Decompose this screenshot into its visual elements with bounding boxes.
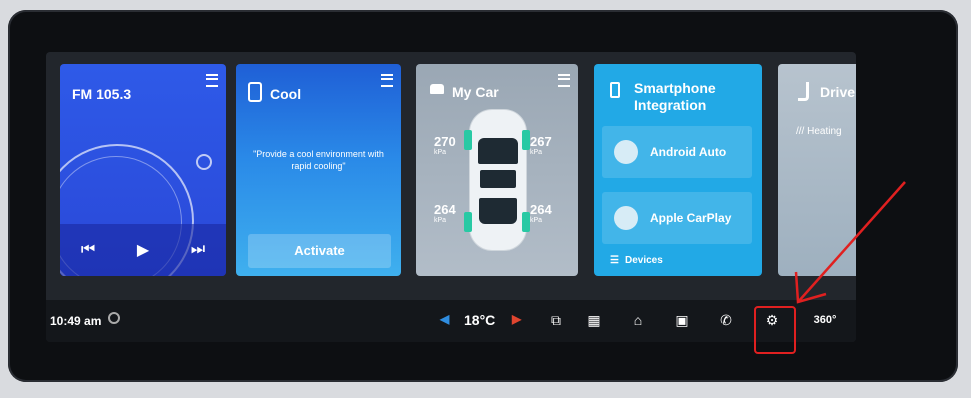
- phone-title-line2: Integration: [634, 97, 707, 113]
- camera-360-icon[interactable]: 360°: [810, 310, 840, 330]
- cool-card[interactable]: Cool "Provide a cool environment with ra…: [236, 64, 401, 276]
- my-car-card[interactable]: My Car 270 kPa 267 kPa 264 kPa 264 kPa: [416, 64, 578, 276]
- radio-card[interactable]: FM 105.3 ⏮ ▶ ⏭: [60, 64, 226, 276]
- driver-title: Drive: [820, 84, 856, 100]
- tire-value: 264: [530, 202, 552, 217]
- android-auto-button[interactable]: Android Auto: [602, 126, 752, 178]
- tire-unit: kPa: [434, 149, 447, 156]
- tire-rear-right: [522, 212, 530, 232]
- multiwindow-icon[interactable]: ⧉: [546, 310, 566, 330]
- apple-carplay-icon: [614, 206, 638, 230]
- tire-unit: kPa: [530, 149, 543, 156]
- temp-decrease-icon[interactable]: ◀: [440, 312, 449, 326]
- my-car-title: My Car: [452, 84, 499, 100]
- driver-card[interactable]: Drive /// Heating: [778, 64, 856, 276]
- car-icon: [430, 84, 444, 94]
- radio-controls: ⏮ ▶ ⏭: [60, 224, 226, 276]
- phone-icon[interactable]: ✆: [716, 310, 736, 330]
- tire-value: 267: [530, 134, 552, 149]
- tire-value: 264: [434, 202, 456, 217]
- menu-icon[interactable]: [558, 74, 570, 87]
- devices-link[interactable]: Devices: [610, 255, 663, 266]
- grid-icon[interactable]: ▦: [584, 310, 604, 330]
- seat-icon: [798, 82, 809, 101]
- infotainment-screen: FM 105.3 ⏮ ▶ ⏭ Cool "Provide a cool envi…: [46, 52, 856, 342]
- temperature-value: 18°C: [464, 312, 496, 328]
- temp-increase-icon[interactable]: ▶: [512, 312, 521, 326]
- cool-icon: [248, 82, 262, 102]
- smartphone-integration-card[interactable]: Smartphone Integration Android Auto Appl…: [594, 64, 762, 276]
- tire-unit: kPa: [530, 217, 543, 224]
- tire-pressure-rear-left: 264 kPa: [434, 202, 456, 225]
- activate-button[interactable]: Activate: [248, 234, 391, 268]
- phone-title-line1: Smartphone: [634, 80, 716, 96]
- car-top-view: [470, 110, 526, 250]
- menu-icon[interactable]: [206, 74, 218, 87]
- heating-label: /// Heating: [796, 126, 842, 137]
- windshield: [478, 138, 518, 164]
- previous-icon[interactable]: ⏮: [81, 241, 95, 259]
- apps-icon[interactable]: ▣: [672, 310, 692, 330]
- apple-carplay-button[interactable]: Apple CarPlay: [602, 192, 752, 244]
- annotation-box: [754, 306, 796, 354]
- tire-unit: kPa: [434, 217, 447, 224]
- sync-icon: [108, 312, 120, 324]
- tire-value: 270: [434, 134, 456, 149]
- tire-rear-left: [464, 212, 472, 232]
- signal-icon: [196, 154, 212, 170]
- tire-pressure-rear-right: 264 kPa: [530, 202, 552, 225]
- tire-front-right: [522, 130, 530, 150]
- tire-pressure-front-left: 270 kPa: [434, 134, 456, 157]
- clock: 10:49 am: [50, 314, 102, 328]
- phone-icon: [610, 82, 620, 98]
- android-auto-icon: [614, 140, 638, 164]
- menu-icon[interactable]: [381, 74, 393, 87]
- phone-title: Smartphone Integration: [634, 80, 716, 114]
- apple-carplay-label: Apple CarPlay: [650, 211, 732, 225]
- android-auto-label: Android Auto: [650, 145, 727, 159]
- radio-station: FM 105.3: [72, 86, 132, 102]
- cool-title: Cool: [270, 86, 302, 102]
- status-bar: 10:49 am ◀ 18°C ▶ ⧉ ▦ ⌂ ▣ ✆ ⚙ 360°: [46, 300, 856, 342]
- tire-pressure-front-right: 267 kPa: [530, 134, 552, 157]
- sunroof: [480, 170, 516, 188]
- tire-front-left: [464, 130, 472, 150]
- next-icon[interactable]: ⏭: [191, 241, 205, 259]
- play-icon[interactable]: ▶: [137, 240, 149, 260]
- home-icon[interactable]: ⌂: [628, 310, 648, 330]
- rear-window: [479, 198, 517, 224]
- cool-description: "Provide a cool environment with rapid c…: [253, 149, 384, 171]
